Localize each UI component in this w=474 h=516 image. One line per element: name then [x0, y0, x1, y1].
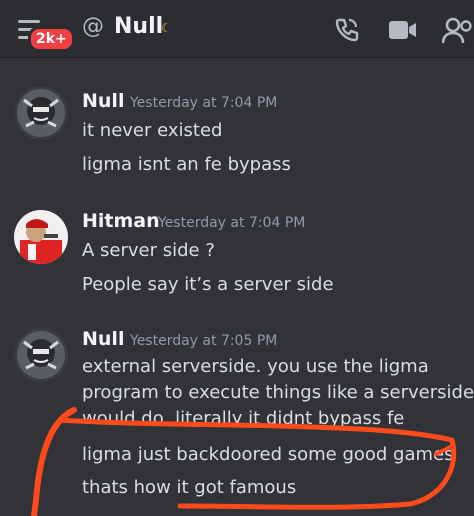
avatar[interactable] — [14, 210, 68, 264]
unread-badge: 2k+ — [28, 26, 75, 52]
timestamp: Yesterday at 7:04 PM — [130, 95, 278, 111]
message-text: A server side ? — [82, 240, 215, 261]
message-text: would do, literally it didnt bypass fe — [82, 408, 405, 429]
video-icon[interactable] — [388, 19, 418, 41]
idle-status-icon: ☾ — [161, 21, 172, 35]
channel-header: 2k+ @ Null ☾ — [0, 0, 474, 58]
message-text: program to execute things like a servers… — [82, 382, 474, 403]
message-text: it never existed — [82, 120, 223, 141]
at-icon: @ — [82, 14, 104, 39]
timestamp: Yesterday at 7:05 PM — [130, 333, 278, 349]
username[interactable]: Hitman — [82, 210, 160, 232]
message-text: People say it’s a server side — [82, 274, 334, 295]
username[interactable]: Null — [82, 328, 124, 350]
username[interactable]: Null — [82, 90, 124, 112]
timestamp: Yesterday at 7:04 PM — [158, 215, 306, 231]
avatar[interactable] — [14, 86, 68, 140]
channel-title: Null — [114, 14, 164, 39]
message-text: ligma isnt an fe bypass — [82, 154, 291, 175]
members-icon[interactable] — [442, 17, 474, 45]
message-text: ligma just backdoored some good games — [82, 444, 454, 465]
call-icon[interactable] — [332, 16, 360, 44]
annotation-scribble — [31, 407, 457, 516]
message-text: external serverside. you use the ligma — [82, 356, 429, 377]
message-text: thats how it got famous — [82, 477, 297, 498]
avatar[interactable] — [14, 328, 68, 382]
